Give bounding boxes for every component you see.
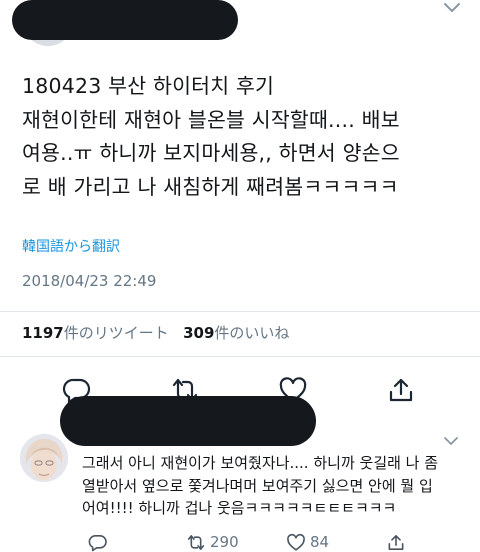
redacted-author-name — [12, 0, 238, 40]
divider — [0, 311, 480, 312]
reply-avatar[interactable] — [20, 434, 68, 482]
retweet-icon — [187, 534, 205, 550]
reply-like-count: 84 — [310, 533, 330, 551]
reply-icon — [88, 534, 107, 551]
reply-text: 그래서 아니 재현이가 보여줬자나.... 하니까 웃길래 나 좀 열받아서 옆… — [82, 454, 439, 517]
translate-link[interactable]: 韓国語から翻訳 — [22, 236, 120, 256]
tweet-text: 180423 부산 하이터치 후기 재현이한테 재현아 블온블 시작할때....… — [22, 74, 400, 199]
like-stat[interactable]: 309件のいいね — [183, 324, 289, 342]
divider — [0, 356, 480, 357]
heart-icon — [287, 533, 305, 551]
chevron-down-icon[interactable] — [440, 0, 464, 18]
retweet-label: 件のリツイート — [63, 324, 169, 342]
share-icon[interactable] — [386, 376, 416, 404]
reply-retweet-button[interactable]: 290 — [186, 532, 239, 552]
like-label: 件のいいね — [214, 324, 290, 342]
tweet-timestamp[interactable]: 2018/04/23 22:49 — [22, 272, 156, 290]
retweet-count: 1197 — [22, 324, 64, 342]
reply-like-button[interactable]: 84 — [286, 532, 329, 552]
chevron-down-icon[interactable] — [442, 434, 460, 448]
share-icon — [388, 534, 404, 550]
tweet-stats: 1197件のリツイート 309件のいいね — [22, 322, 289, 343]
reply-share-button[interactable] — [386, 532, 410, 552]
like-count: 309 — [183, 324, 215, 342]
retweet-stat[interactable]: 1197件のリツイート — [22, 324, 169, 342]
reply-reply-button[interactable] — [88, 532, 112, 552]
redacted-reply-author — [60, 396, 316, 446]
reply-retweet-count: 290 — [210, 533, 239, 551]
